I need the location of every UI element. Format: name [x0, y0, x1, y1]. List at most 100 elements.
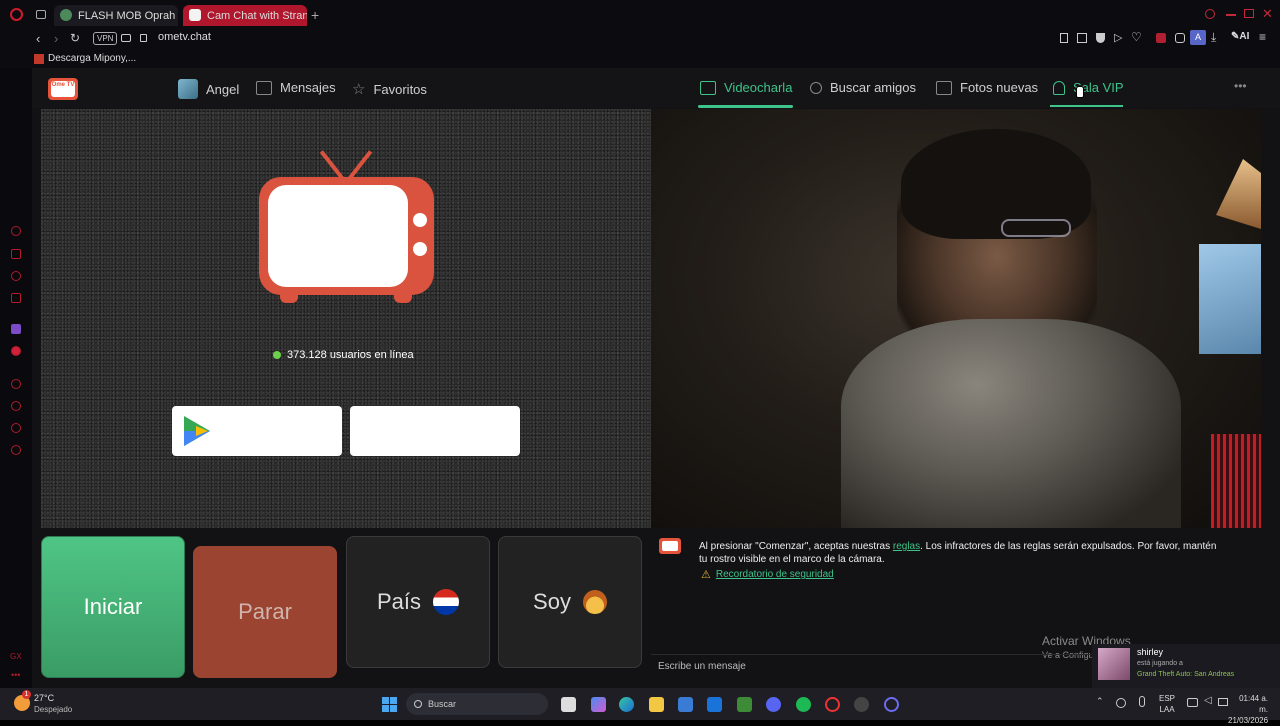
star-icon: ☆ — [352, 81, 366, 98]
app-store-button[interactable] — [350, 406, 520, 456]
user-avatar-icon — [178, 79, 198, 99]
rules-notice: Al presionar "Comenzar", aceptas nuestra… — [699, 540, 1219, 566]
play-icon[interactable]: ▷ — [1114, 31, 1122, 44]
start-button[interactable]: Iniciar — [41, 536, 185, 678]
camera-permission-icon[interactable] — [121, 34, 131, 42]
windows-taskbar: 1 27°C Despejado Buscar ⌃ ESP LAA ◁ 01:4… — [0, 688, 1280, 725]
stop-button[interactable]: Parar — [193, 546, 337, 678]
store-icon[interactable] — [678, 697, 693, 712]
ometv-logo[interactable]: Ome TV — [48, 78, 78, 100]
forward-icon[interactable]: › — [54, 31, 58, 46]
message-input[interactable]: Escribe un mensaje — [658, 661, 1088, 677]
shield-icon[interactable] — [1096, 33, 1105, 43]
menu-icon[interactable]: ≡ — [1259, 30, 1266, 44]
discord-icon[interactable] — [766, 697, 781, 712]
safety-reminder[interactable]: ⚠ Recordatorio de seguridad — [701, 568, 834, 581]
gx-icon[interactable]: GX — [10, 652, 22, 661]
network-icon[interactable] — [1187, 698, 1198, 707]
back-icon[interactable]: ‹ — [36, 31, 40, 46]
vpn-badge[interactable]: VPN — [93, 32, 118, 45]
nav-videochat[interactable]: Videocharla — [700, 80, 792, 95]
file-explorer-icon[interactable] — [649, 697, 664, 712]
rules-link[interactable]: reglas — [893, 541, 920, 552]
more-sidebar-icon[interactable]: ••• — [11, 670, 20, 680]
nav-new-photos-label: Fotos nuevas — [960, 80, 1039, 95]
language-indicator[interactable]: ESP LAA — [1159, 693, 1175, 715]
notification-badge: 1 — [22, 690, 31, 699]
settings-icon[interactable] — [11, 445, 21, 455]
gender-button[interactable]: Soy — [498, 536, 642, 668]
cursor-hand-icon — [1076, 86, 1084, 98]
aria-icon[interactable] — [11, 226, 21, 236]
clock-time: 01:44 a. m. — [1239, 694, 1268, 714]
battery-icon[interactable] — [1218, 698, 1228, 706]
globe-icon — [60, 9, 72, 21]
nav-vip-room[interactable]: Sala VIP — [1053, 80, 1124, 95]
lock-icon[interactable] — [140, 34, 147, 42]
history-icon[interactable] — [11, 401, 21, 411]
weather-desc: Despejado — [34, 705, 73, 714]
opera-taskbar-icon[interactable] — [825, 697, 840, 712]
minimize-button[interactable] — [1226, 14, 1236, 16]
google-play-button[interactable] — [172, 406, 342, 456]
copilot-icon[interactable] — [591, 697, 606, 712]
volume-icon[interactable]: ◁ — [1204, 695, 1212, 706]
opera-logo-icon[interactable] — [10, 8, 23, 21]
reload-icon[interactable]: ↻ — [70, 31, 80, 45]
nav-profile[interactable]: Angel — [178, 79, 239, 99]
tray-app-icon[interactable] — [1116, 698, 1126, 708]
tray-chevron-icon[interactable]: ⌃ — [1096, 696, 1104, 707]
ai-label: AI — [1239, 31, 1250, 42]
task-view-icon[interactable] — [561, 697, 576, 712]
mail-side-icon[interactable] — [11, 293, 21, 303]
edge-icon[interactable] — [619, 697, 634, 712]
close-window-button[interactable]: ✕ — [1262, 6, 1273, 22]
twitch-icon[interactable] — [11, 324, 21, 334]
ometv-page: Ome TV Angel Mensajes ☆ Favoritos Videoc… — [32, 68, 1280, 688]
obs-icon[interactable] — [854, 697, 869, 712]
url-field[interactable]: ometv.chat — [158, 31, 211, 43]
player-icon[interactable] — [11, 379, 21, 389]
nav-find-friends[interactable]: Buscar amigos — [810, 80, 916, 95]
messenger-icon[interactable] — [11, 271, 21, 281]
tab-manager-icon[interactable] — [36, 10, 46, 19]
taskbar-search-label: Buscar — [428, 699, 457, 709]
download-icon[interactable]: ⤓ — [1211, 30, 1216, 45]
outlook-icon[interactable] — [707, 697, 722, 712]
shopping-icon[interactable] — [11, 249, 21, 259]
nav-favorites[interactable]: ☆ Favoritos — [352, 80, 427, 98]
minecraft-icon[interactable] — [737, 697, 752, 712]
stop-label: Parar — [238, 599, 292, 624]
music-icon[interactable] — [11, 346, 21, 356]
tab-flashmob[interactable]: FLASH MOB Oprah vs. Bla — [54, 5, 178, 26]
app-ring-icon[interactable] — [884, 697, 899, 712]
tab-omegle[interactable]: Cam Chat with Strange — [183, 5, 307, 26]
spotify-icon[interactable] — [796, 697, 811, 712]
snapshot-icon[interactable] — [1077, 33, 1087, 43]
search-tabs-icon[interactable] — [1205, 9, 1215, 19]
bookmark-icon[interactable] — [1060, 33, 1068, 43]
heart-icon[interactable]: ♡ — [1131, 30, 1142, 44]
stranger-glasses-shape — [1001, 219, 1071, 237]
puzzle-icon[interactable] — [1175, 33, 1185, 43]
profile-icon[interactable]: A — [1190, 30, 1206, 45]
nav-find-friends-label: Buscar amigos — [830, 80, 916, 95]
search-icon — [810, 81, 822, 94]
nav-new-photos[interactable]: Fotos nuevas — [936, 80, 1038, 95]
keyboard-shape — [1211, 434, 1261, 528]
country-button[interactable]: País — [346, 536, 490, 668]
clock[interactable]: 01:44 a. m. 21/03/2026 — [1228, 693, 1268, 726]
steam-notification[interactable]: shirley está jugando a Grand Theft Auto:… — [1092, 644, 1280, 688]
more-options-button[interactable]: ••• — [1234, 79, 1247, 93]
aria-ai-button[interactable]: ✎AI — [1231, 31, 1249, 42]
stranger-video-panel — [651, 109, 1261, 528]
extension-icon[interactable] — [1156, 33, 1166, 43]
microphone-icon[interactable] — [1139, 696, 1145, 707]
new-tab-button[interactable]: + — [311, 7, 319, 23]
pinboard-icon[interactable] — [11, 423, 21, 433]
maximize-button[interactable] — [1244, 9, 1254, 18]
taskbar-search[interactable]: Buscar — [406, 693, 548, 715]
windows-start-icon[interactable] — [382, 697, 397, 712]
nav-messages[interactable]: Mensajes — [256, 80, 336, 95]
bookmark-item[interactable]: Descarga Mipony,... — [34, 53, 136, 64]
